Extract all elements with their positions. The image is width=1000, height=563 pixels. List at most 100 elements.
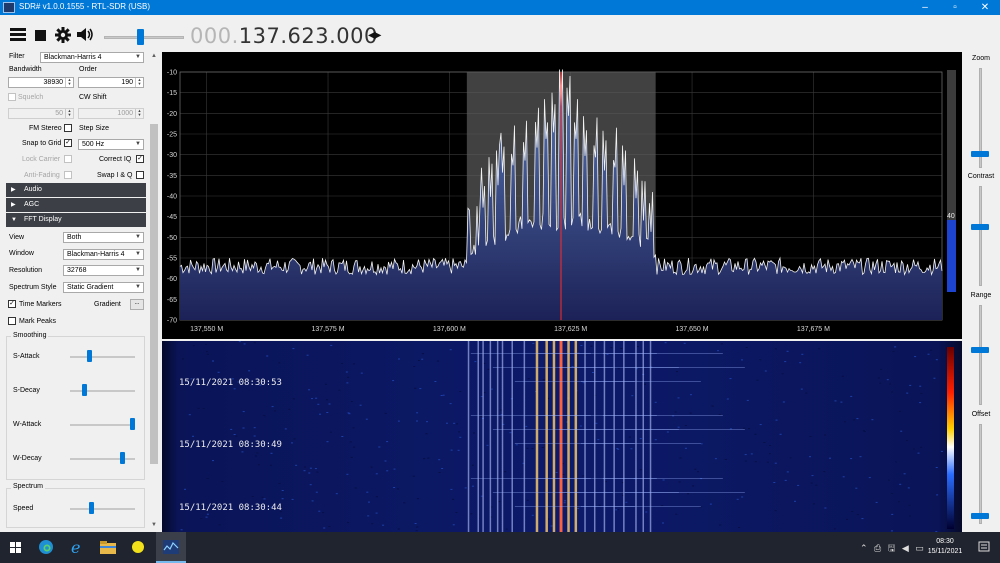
spectrumstyle-label: Spectrum Style bbox=[9, 284, 57, 291]
spectrum-analyzer[interactable]: -10-15-20-25-30-35-40-45-50-55-60-65-70 … bbox=[162, 52, 962, 339]
tuning-arrows[interactable]: ◀▶ bbox=[368, 30, 381, 41]
close-button[interactable]: ✕ bbox=[970, 0, 1000, 15]
window-select[interactable]: Blackman-Harris 4 ▼ bbox=[63, 249, 144, 260]
range-slider-thumb[interactable] bbox=[971, 347, 989, 354]
gradient-button[interactable]: ... bbox=[130, 299, 144, 310]
spinner-icon[interactable]: ▲ ▼ bbox=[65, 78, 73, 87]
wattack-slider-thumb[interactable] bbox=[130, 418, 136, 430]
noise-speck bbox=[359, 404, 362, 406]
order-value: 190 bbox=[121, 79, 133, 86]
edge-icon[interactable] bbox=[38, 539, 54, 555]
stop-icon[interactable] bbox=[35, 30, 46, 41]
title-bar[interactable]: SDR# v1.0.0.1555 - RTL-SDR (USB) – ▫ ✕ bbox=[0, 0, 1000, 15]
sattack-slider-thumb[interactable] bbox=[87, 350, 93, 362]
section-audio[interactable]: ▶ Audio bbox=[6, 183, 146, 197]
scrollbar-thumb[interactable] bbox=[150, 124, 158, 464]
noise-speck bbox=[470, 513, 473, 515]
noise-speck bbox=[505, 528, 508, 530]
noise-speck bbox=[692, 485, 695, 487]
left-panel-scrollbar[interactable]: ▲ ▼ bbox=[148, 52, 160, 532]
stepsize-select[interactable]: 500 Hz ▼ bbox=[78, 139, 144, 150]
sdrsharp-icon[interactable] bbox=[163, 540, 179, 554]
maximize-button[interactable]: ▫ bbox=[940, 0, 970, 15]
window-title: SDR# v1.0.0.1555 - RTL-SDR (USB) bbox=[19, 2, 151, 11]
noise-speck bbox=[555, 472, 558, 473]
hamburger-icon[interactable] bbox=[10, 28, 26, 41]
speed-slider-track[interactable] bbox=[70, 508, 135, 510]
chevron-down-icon: ▼ bbox=[135, 54, 141, 60]
section-fft-display[interactable]: ▼ FFT Display bbox=[6, 213, 146, 227]
scroll-up-icon[interactable]: ▲ bbox=[150, 53, 158, 59]
waterfall-display[interactable]: 15/11/2021 08:30:53 15/11/2021 08:30:49 … bbox=[162, 341, 962, 532]
noise-speck bbox=[744, 460, 747, 462]
squelch-checkbox[interactable] bbox=[8, 93, 16, 101]
noise-speck bbox=[368, 501, 370, 503]
frequency-display[interactable]: 000.137.623.000 bbox=[190, 24, 378, 48]
speed-label: Speed bbox=[13, 505, 34, 512]
wattack-slider-track[interactable] bbox=[70, 424, 135, 426]
speaker-icon[interactable] bbox=[77, 27, 95, 42]
bandwidth-input[interactable]: 38930 ▲ ▼ bbox=[8, 77, 74, 88]
sdecay-slider-track[interactable] bbox=[70, 390, 135, 392]
markpeaks-checkbox[interactable] bbox=[8, 317, 16, 325]
taskbar-clock[interactable]: 08:30 15/11/2021 bbox=[918, 537, 972, 557]
filter-select[interactable]: Blackman-Harris 4 ▼ bbox=[40, 52, 144, 63]
scroll-down-icon[interactable]: ▼ bbox=[150, 522, 158, 528]
volume-slider-track[interactable] bbox=[104, 36, 184, 39]
system-tray[interactable]: ⌃ ⎙ 🖫 ◀ ▭ bbox=[860, 541, 926, 557]
sattack-slider-track[interactable] bbox=[70, 356, 135, 358]
spinner-icon[interactable]: ▲ ▼ bbox=[135, 78, 143, 87]
noise-speck bbox=[909, 384, 912, 386]
gear-icon[interactable] bbox=[55, 27, 71, 43]
noise-speck bbox=[620, 347, 623, 349]
snaptogrid-checkbox[interactable]: ✓ bbox=[64, 139, 72, 147]
noise-speck bbox=[853, 419, 856, 421]
noise-speck bbox=[823, 471, 826, 473]
noise-speck bbox=[352, 363, 355, 365]
noise-speck bbox=[365, 418, 368, 420]
app-icon bbox=[3, 2, 15, 13]
resolution-select[interactable]: 32768 ▼ bbox=[63, 265, 144, 276]
range-slider-track[interactable] bbox=[979, 305, 982, 405]
spinner-icon[interactable]: ▲ ▼ bbox=[65, 109, 73, 118]
internet-explorer-icon[interactable]: e bbox=[69, 539, 85, 555]
notification-icon[interactable] bbox=[978, 541, 990, 553]
zoom-slider-thumb[interactable] bbox=[971, 150, 989, 157]
speed-slider-thumb[interactable] bbox=[88, 502, 94, 514]
noise-speck bbox=[384, 460, 387, 462]
cwshift-input[interactable]: 1000 ▲ ▼ bbox=[78, 108, 144, 119]
offset-slider-thumb[interactable] bbox=[971, 513, 989, 520]
noise-speck bbox=[251, 496, 254, 497]
correctiq-checkbox[interactable]: ✓ bbox=[136, 155, 144, 163]
contrast-slider-track[interactable] bbox=[979, 186, 982, 286]
spectrumstyle-select[interactable]: Static Gradient ▼ bbox=[63, 282, 144, 293]
antifading-checkbox[interactable] bbox=[64, 171, 72, 179]
sdecay-slider-thumb[interactable] bbox=[82, 384, 88, 396]
view-select[interactable]: Both ▼ bbox=[63, 232, 144, 243]
noise-speck bbox=[197, 407, 200, 409]
lockcarrier-checkbox[interactable] bbox=[64, 155, 72, 163]
minimize-button[interactable]: – bbox=[910, 0, 940, 15]
noise-speck bbox=[182, 358, 184, 360]
noise-speck bbox=[341, 436, 344, 437]
squelch-input[interactable]: 50 ▲ ▼ bbox=[8, 108, 74, 119]
file-explorer-icon[interactable] bbox=[100, 541, 116, 554]
signal-trace bbox=[649, 341, 652, 532]
offset-slider-track[interactable] bbox=[979, 424, 982, 524]
noise-speck bbox=[726, 398, 729, 400]
spinner-icon[interactable]: ▲ ▼ bbox=[135, 109, 143, 118]
wdecay-slider-track[interactable] bbox=[70, 458, 135, 460]
noise-speck bbox=[855, 487, 858, 489]
volume-slider-thumb[interactable] bbox=[136, 29, 144, 45]
contrast-slider-thumb[interactable] bbox=[971, 223, 989, 230]
wdecay-slider-thumb[interactable] bbox=[119, 452, 125, 464]
noise-speck bbox=[242, 411, 245, 413]
swapiq-checkbox[interactable] bbox=[136, 171, 144, 179]
windows-start-icon[interactable] bbox=[10, 542, 21, 553]
timemarkers-checkbox[interactable]: ✓ bbox=[8, 300, 16, 308]
order-input[interactable]: 190 ▲ ▼ bbox=[78, 77, 144, 88]
section-agc[interactable]: ▶ AGC bbox=[6, 198, 146, 212]
sdr-yellow-icon[interactable] bbox=[131, 540, 145, 554]
noise-speck bbox=[328, 526, 331, 527]
fmstereo-checkbox[interactable] bbox=[64, 124, 72, 132]
